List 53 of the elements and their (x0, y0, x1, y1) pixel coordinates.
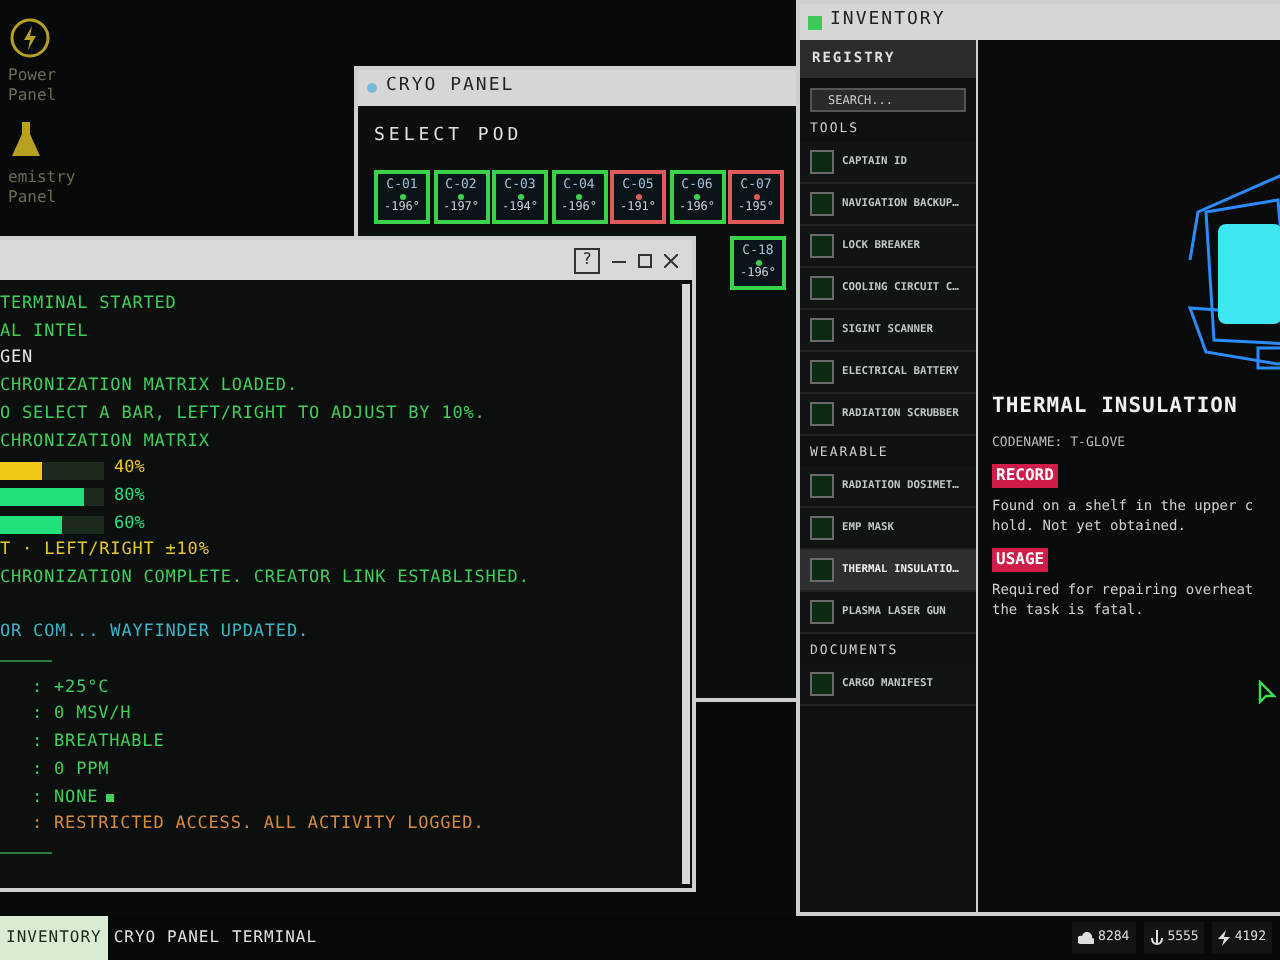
item-thumbnail (810, 276, 834, 300)
window-title: INVENTORY (830, 8, 946, 35)
sync-bar-track[interactable] (0, 488, 104, 507)
cursor-icon (1258, 680, 1276, 704)
status-value: : 0 MSV/H (32, 702, 132, 729)
taskbar-tab[interactable]: CRYO PANEL (107, 916, 227, 960)
terminal-line: CHRONIZATION COMPLETE. CREATOR LINK ESTABLISHED. (0, 565, 532, 592)
taskbar-tab[interactable]: INVENTORY (0, 916, 108, 960)
status-value: : +25°C (32, 675, 110, 702)
terminal-line: T · LEFT/RIGHT ±10% (0, 538, 212, 565)
bar-percentage: 80% (114, 483, 145, 510)
item-thumbnail (810, 192, 834, 216)
desktop-icon-label[interactable]: Power Panel (8, 66, 80, 106)
terminal-line: OR COM... WAYFINDER UPDATED. (0, 620, 311, 647)
terminal-line: CHRONIZATION MATRIX LOADED. (0, 374, 300, 401)
item-thumbnail (810, 360, 834, 384)
item-title: THERMAL INSULATION (992, 392, 1240, 422)
item-thumbnail (810, 600, 834, 624)
item-thumbnail (810, 150, 834, 174)
item-thumbnail (810, 516, 834, 540)
item-thumbnail (810, 558, 834, 582)
bar-percentage: 40% (114, 456, 145, 483)
item-thumbnail (810, 474, 834, 498)
help-button[interactable]: ? (574, 247, 600, 273)
power-icon[interactable] (8, 16, 52, 60)
terminal-line: GEN (0, 346, 36, 373)
taskbar-tab[interactable]: TERMINAL (226, 916, 324, 960)
status-value: : RESTRICTED ACCESS. ALL ACTIVITY LOGGED. (32, 812, 485, 839)
terminal-line: TERMINAL STARTED (0, 292, 179, 318)
anchor-icon (1149, 930, 1164, 946)
status-value: : BREATHABLE (32, 730, 165, 757)
sync-bar-track[interactable] (0, 515, 104, 534)
terminal-line: CHRONIZATION MATRIX (0, 429, 212, 456)
terminal-line: O SELECT A BAR, LEFT/RIGHT TO ADJUST BY 10%. (0, 401, 488, 428)
desktop-icon-label[interactable]: emistry Panel (8, 168, 80, 208)
sync-bar-track[interactable] (0, 461, 104, 480)
flask-icon[interactable] (8, 118, 44, 162)
maximize-icon[interactable] (638, 253, 652, 267)
bolt-icon (1218, 930, 1231, 946)
cloud-icon (1078, 932, 1095, 944)
section-tag: USAGE (992, 547, 1049, 571)
item-thumbnail (810, 234, 834, 258)
status-value: : 0 PPM (32, 757, 110, 784)
window-title: CRYO PANEL (386, 74, 515, 101)
item-thumbnail (810, 672, 834, 696)
status-value: : NONE (32, 785, 99, 812)
close-icon[interactable] (664, 253, 678, 267)
bar-percentage: 60% (114, 511, 145, 538)
item-thumbnail (810, 402, 834, 426)
section-tag: RECORD (992, 463, 1058, 487)
scrollbar[interactable] (682, 284, 690, 884)
item-thumbnail (810, 318, 834, 342)
terminal-line: AL INTEL (0, 319, 91, 346)
